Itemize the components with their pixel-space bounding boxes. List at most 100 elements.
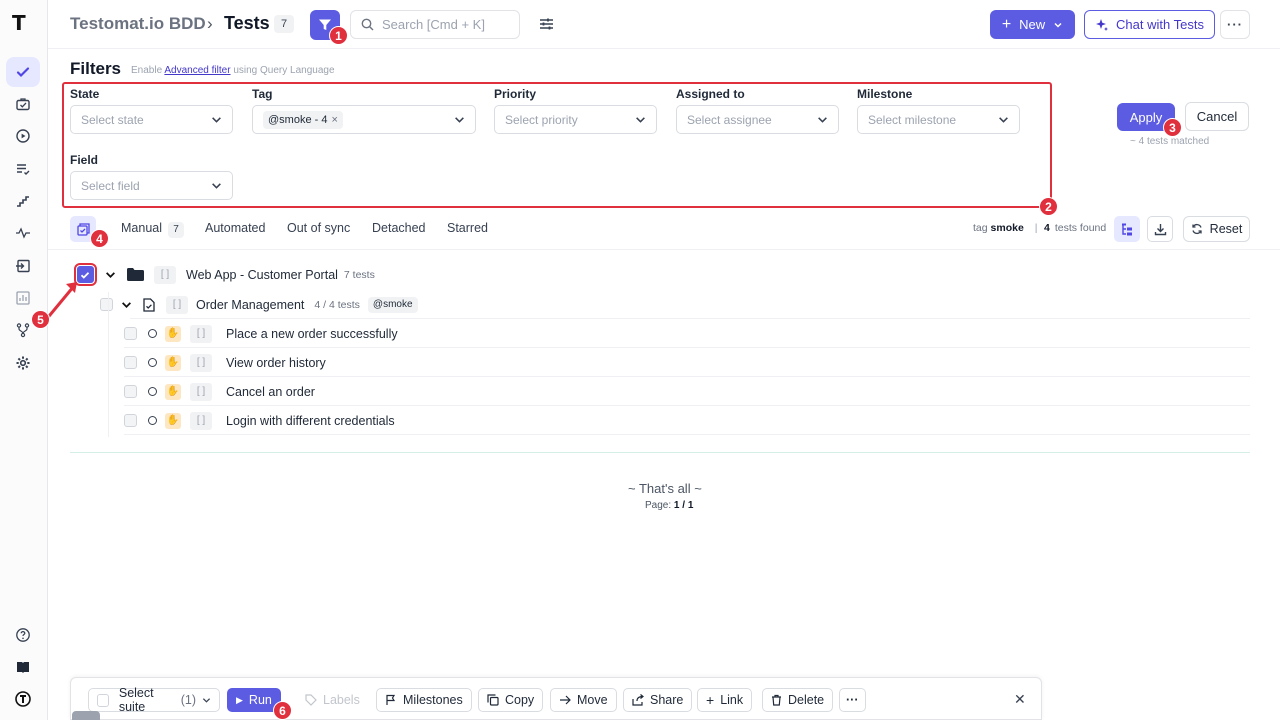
help-icon: [16, 628, 30, 642]
account-logo-icon: [15, 691, 31, 707]
group-row[interactable]: [ ] Order Management 4 / 4 tests @smoke: [100, 290, 1250, 319]
sparkle-icon: [1096, 18, 1109, 31]
priority-select[interactable]: Select priority: [494, 105, 657, 134]
download-button[interactable]: [1147, 216, 1173, 242]
sidebar-item-pulse[interactable]: [6, 218, 40, 248]
tag-select[interactable]: @smoke - 4 ×: [252, 105, 476, 134]
stairs-icon: [17, 196, 29, 207]
manual-test-icon: ✋: [165, 325, 181, 342]
labels-label: Labels: [323, 693, 360, 707]
found-label: tests found: [1054, 222, 1107, 234]
move-button[interactable]: Move: [550, 688, 617, 712]
assignee-select[interactable]: Select assignee: [676, 105, 839, 134]
sliders-icon: [539, 18, 553, 30]
tab-starred[interactable]: Starred: [447, 221, 488, 235]
select-all-checkbox[interactable]: [97, 693, 109, 707]
chevron-down-icon: [211, 114, 222, 125]
tab-detached[interactable]: Detached: [372, 221, 426, 235]
link-button[interactable]: + Link: [697, 688, 753, 712]
sidebar-item-plans[interactable]: [6, 154, 40, 184]
tree-view-button[interactable]: [1114, 216, 1140, 242]
labels-button[interactable]: Labels: [297, 688, 368, 712]
chat-with-tests-button[interactable]: Chat with Tests: [1084, 10, 1215, 39]
milestone-label: Milestone: [857, 87, 913, 101]
arrow-right-icon: [560, 695, 571, 705]
test-title[interactable]: Login with different credentials: [226, 414, 395, 428]
sidebar-item-help[interactable]: [6, 620, 40, 650]
breadcrumb-project[interactable]: Testomat.io BDD: [70, 14, 206, 34]
new-button[interactable]: + New: [990, 10, 1075, 39]
active-tag-info: tag smoke |: [973, 222, 1037, 234]
test-checkbox[interactable]: [124, 356, 137, 369]
suite-row[interactable]: [ ] Web App - Customer Portal 7 tests: [70, 260, 1250, 289]
tab-automated[interactable]: Automated: [205, 221, 265, 235]
close-icon[interactable]: ✕: [1014, 691, 1026, 708]
chevron-down-icon: [1054, 22, 1062, 28]
suite-id-tag: [ ]: [154, 265, 176, 284]
delete-label: Delete: [788, 693, 825, 707]
test-title[interactable]: Place a new order successfully: [226, 327, 398, 341]
group-checkbox[interactable]: [100, 298, 113, 311]
assigned-label: Assigned to: [676, 87, 745, 101]
scissors-tab-icon[interactable]: [72, 711, 100, 720]
state-filter: State Select state: [70, 87, 233, 134]
chip-remove-icon[interactable]: ×: [331, 114, 337, 126]
test-checkbox[interactable]: [124, 327, 137, 340]
sidebar-item-settings[interactable]: [6, 348, 40, 378]
milestone-select[interactable]: Select milestone: [857, 105, 1020, 134]
cancel-button[interactable]: Cancel: [1185, 102, 1249, 131]
sidebar-item-play[interactable]: [6, 121, 40, 151]
test-row[interactable]: ✋ [ ] Cancel an order: [124, 377, 1250, 406]
sidebar-item-docs[interactable]: [6, 652, 40, 682]
test-row[interactable]: ✋ [ ] View order history: [124, 348, 1250, 377]
sidebar-item-account[interactable]: [6, 684, 40, 714]
milestones-button[interactable]: Milestones: [376, 688, 472, 712]
tab-out-of-sync[interactable]: Out of sync: [287, 221, 350, 235]
test-checkbox[interactable]: [124, 414, 137, 427]
sidebar-item-import[interactable]: [6, 251, 40, 281]
test-title[interactable]: View order history: [226, 356, 326, 370]
share-label: Share: [650, 693, 684, 707]
reset-button[interactable]: Reset: [1183, 216, 1250, 242]
group-title[interactable]: Order Management: [196, 298, 304, 312]
group-tag-chip[interactable]: @smoke: [367, 296, 418, 313]
delete-button[interactable]: Delete: [762, 688, 834, 712]
sidebar-item-tests[interactable]: [6, 57, 40, 87]
plus-icon: +: [1001, 15, 1012, 33]
test-row[interactable]: ✋ [ ] Place a new order successfully: [124, 319, 1250, 348]
search-input[interactable]: Search [Cmd + K]: [350, 10, 520, 39]
found-count: 4: [1044, 222, 1050, 234]
chevron-down-icon[interactable]: [113, 299, 140, 310]
sidebar-item-analytics[interactable]: [6, 283, 40, 313]
tag-filter: Tag @smoke - 4 ×: [252, 87, 476, 134]
manual-test-icon: ✋: [165, 354, 181, 371]
field-select[interactable]: Select field: [70, 171, 233, 200]
chevron-down-icon: [817, 114, 828, 125]
view-settings-button[interactable]: [536, 14, 556, 34]
chevron-down-icon[interactable]: [100, 269, 120, 280]
test-checkbox[interactable]: [124, 385, 137, 398]
assignee-placeholder: Select assignee: [687, 112, 772, 127]
more-actions-button[interactable]: ···: [839, 688, 866, 712]
search-placeholder: Search [Cmd + K]: [382, 17, 485, 32]
run-label: Run: [248, 693, 272, 707]
test-title[interactable]: Cancel an order: [226, 385, 315, 399]
more-options-button[interactable]: ···: [1220, 10, 1250, 39]
copy-button[interactable]: Copy: [478, 688, 544, 712]
milestone-filter: Milestone Select milestone: [857, 87, 1020, 134]
state-select[interactable]: Select state: [70, 105, 233, 134]
sidebar-item-runs[interactable]: [6, 89, 40, 119]
testomat-logo[interactable]: T: [12, 11, 36, 35]
share-button[interactable]: Share: [623, 688, 693, 712]
plus-icon: +: [706, 692, 715, 708]
sidebar-item-steps[interactable]: [6, 186, 40, 216]
suite-title[interactable]: Web App - Customer Portal: [186, 268, 338, 282]
advanced-filter-link[interactable]: Advanced filter: [164, 65, 230, 76]
chat-label: Chat with Tests: [1116, 17, 1204, 32]
select-suite-dropdown[interactable]: Select suite (1): [88, 686, 220, 714]
status-circle-icon: [148, 358, 157, 367]
tab-manual-count: 7: [168, 222, 184, 238]
test-row[interactable]: ✋ [ ] Login with different credentials: [124, 406, 1250, 435]
test-id-tag: [ ]: [190, 353, 212, 372]
tab-manual[interactable]: Manual 7: [121, 221, 184, 238]
